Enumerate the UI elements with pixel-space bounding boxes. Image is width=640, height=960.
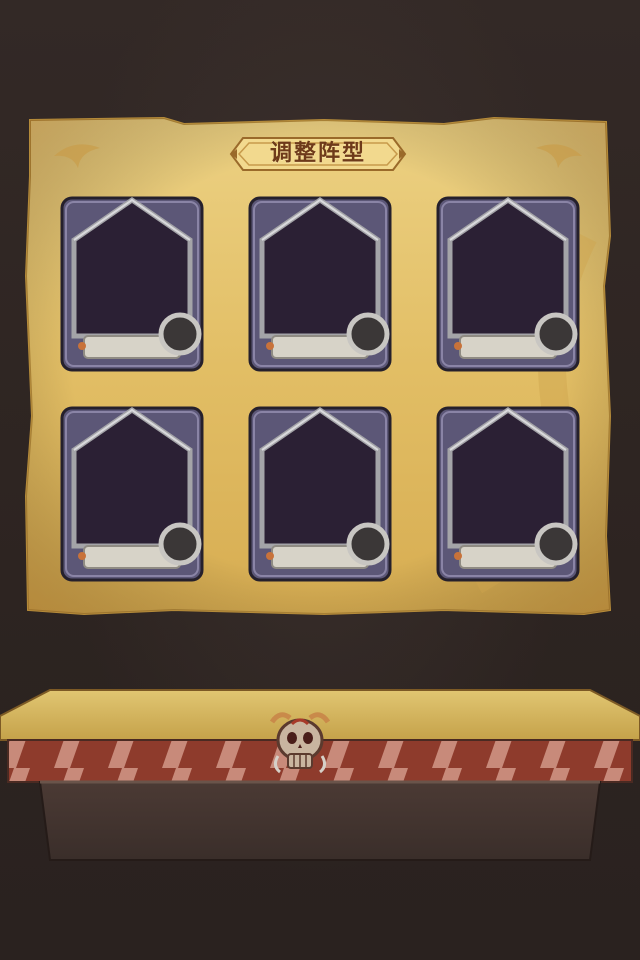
slot-frame <box>436 196 580 372</box>
page-title: 调整阵型 <box>269 141 366 166</box>
circle-badge-icon <box>534 312 578 356</box>
formation-slot-6[interactable] <box>436 406 580 582</box>
formation-slot-1[interactable] <box>60 196 204 372</box>
circle-badge-icon <box>534 522 578 566</box>
formation-slot-3[interactable] <box>436 196 580 372</box>
circle-badge-icon <box>158 312 202 356</box>
slot-frame <box>60 406 204 582</box>
slot-frame <box>60 196 204 372</box>
formation-slot-2[interactable] <box>248 196 392 372</box>
slot-frame <box>248 196 392 372</box>
slot-frame <box>248 406 392 582</box>
formation-screen: 调整阵型 <box>0 0 640 960</box>
circle-badge-icon <box>346 522 390 566</box>
skull-emblem-icon <box>262 712 338 782</box>
slot-frame <box>436 406 580 582</box>
formation-slot-4[interactable] <box>60 406 204 582</box>
circle-badge-icon <box>158 522 202 566</box>
formation-slot-5[interactable] <box>248 406 392 582</box>
title-banner: 调整阵型 <box>229 134 407 174</box>
circle-badge-icon <box>346 312 390 356</box>
